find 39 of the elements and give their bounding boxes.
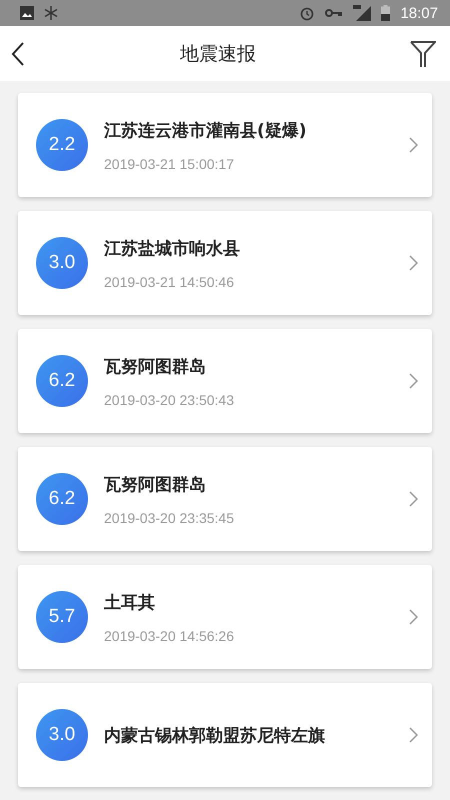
earthquake-card[interactable]: 3.0 内蒙古锡林郭勒盟苏尼特左旗 xyxy=(18,683,432,787)
magnitude-badge: 6.2 xyxy=(36,355,88,407)
magnitude-badge: 6.2 xyxy=(36,473,88,525)
chevron-right-icon xyxy=(409,727,418,743)
event-time: 2019-03-21 14:50:46 xyxy=(104,274,235,290)
event-time: 2019-03-20 23:50:43 xyxy=(104,392,235,408)
snowflake-icon xyxy=(44,6,58,20)
event-time: 2019-03-21 15:00:17 xyxy=(104,156,235,172)
earthquake-card[interactable]: 2.2 江苏连云港市灌南县(疑爆) 2019-03-21 15:00:17 xyxy=(18,93,432,197)
filter-icon[interactable] xyxy=(410,40,436,68)
back-button[interactable] xyxy=(10,40,26,66)
event-time: 2019-03-20 23:35:45 xyxy=(104,510,235,526)
magnitude-badge: 5.7 xyxy=(36,591,88,643)
magnitude-badge: 2.2 xyxy=(36,119,88,171)
magnitude-badge: 3.0 xyxy=(36,237,88,289)
alarm-icon xyxy=(299,5,316,21)
location-name: 瓦努阿图群岛 xyxy=(104,356,207,378)
key-icon xyxy=(325,8,344,18)
chevron-right-icon xyxy=(409,255,418,271)
earthquake-card[interactable]: 5.7 土耳其 2019-03-20 14:56:26 xyxy=(18,565,432,669)
signal-icon xyxy=(353,5,372,21)
earthquake-card[interactable]: 6.2 瓦努阿图群岛 2019-03-20 23:50:43 xyxy=(18,329,432,433)
location-name: 土耳其 xyxy=(104,592,156,614)
clock-time: 18:07 xyxy=(400,4,438,22)
chevron-right-icon xyxy=(409,609,418,625)
chevron-right-icon xyxy=(409,491,418,507)
location-name: 江苏盐城市响水县 xyxy=(104,238,241,260)
chevron-right-icon xyxy=(409,137,418,153)
page-title: 地震速报 xyxy=(180,42,256,66)
event-time: 2019-03-20 14:56:26 xyxy=(104,628,235,644)
chevron-right-icon xyxy=(409,373,418,389)
image-icon xyxy=(20,6,34,20)
location-name: 内蒙古锡林郭勒盟苏尼特左旗 xyxy=(104,724,326,746)
battery-icon xyxy=(381,5,390,21)
magnitude-badge: 3.0 xyxy=(36,709,88,761)
location-name: 江苏连云港市灌南县(疑爆) xyxy=(104,120,308,142)
earthquake-card[interactable]: 6.2 瓦努阿图群岛 2019-03-20 23:35:45 xyxy=(18,447,432,551)
earthquake-card[interactable]: 3.0 江苏盐城市响水县 2019-03-21 14:50:46 xyxy=(18,211,432,315)
location-name: 瓦努阿图群岛 xyxy=(104,474,207,496)
